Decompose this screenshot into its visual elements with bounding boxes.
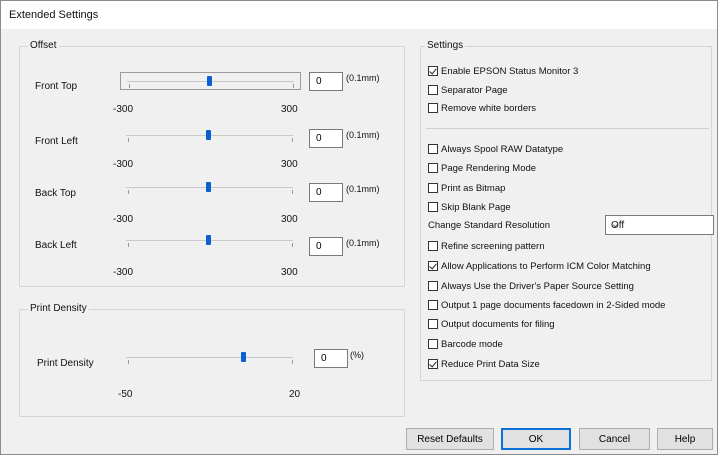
back-top-slider-thumb[interactable] — [206, 182, 211, 192]
title-bar[interactable]: Extended Settings — [1, 1, 717, 29]
back-top-min: -300 — [113, 214, 134, 225]
front-top-slider[interactable] — [120, 72, 301, 90]
back-left-slider-thumb[interactable] — [206, 235, 211, 245]
checkbox-box[interactable] — [428, 202, 438, 212]
checkbox-box[interactable] — [428, 85, 438, 95]
checkbox-remove-white-borders[interactable]: Remove white borders — [428, 101, 536, 115]
checkbox-box[interactable] — [428, 281, 438, 291]
back-left-min: -300 — [113, 267, 134, 278]
print-density-slider[interactable] — [120, 349, 301, 367]
front-top-unit: (0.1mm) — [346, 73, 380, 83]
help-button[interactable]: Help — [657, 428, 713, 450]
front-left-label: Front Left — [35, 136, 78, 147]
front-left-slider[interactable] — [120, 127, 301, 145]
back-top-unit: (0.1mm) — [346, 184, 380, 194]
front-left-max: 300 — [281, 159, 298, 170]
checkbox-box[interactable] — [428, 339, 438, 349]
back-top-slider[interactable] — [120, 179, 301, 197]
checkbox-box[interactable] — [428, 241, 438, 251]
checkbox-output-filing[interactable]: Output documents for filing — [428, 317, 555, 331]
cancel-button[interactable]: Cancel — [579, 428, 650, 450]
window-title: Extended Settings — [9, 9, 99, 21]
back-top-label: Back Top — [35, 188, 76, 199]
back-left-unit: (0.1mm) — [346, 238, 380, 248]
checkbox-box[interactable] — [428, 183, 438, 193]
checkbox-always-spool-raw[interactable]: Always Spool RAW Datatype — [428, 142, 563, 156]
checkbox-box[interactable] — [428, 144, 438, 154]
checkbox-page-rendering-mode[interactable]: Page Rendering Mode — [428, 161, 536, 175]
checkbox-box[interactable] — [428, 300, 438, 310]
back-left-field[interactable] — [309, 237, 343, 256]
print-density-field[interactable] — [314, 349, 348, 368]
checkbox-refine-screening[interactable]: Refine screening pattern — [428, 239, 545, 253]
checkbox-print-as-bitmap[interactable]: Print as Bitmap — [428, 181, 505, 195]
front-top-slider-thumb[interactable] — [207, 76, 212, 86]
back-top-max: 300 — [281, 214, 298, 225]
print-density-legend: Print Density — [28, 303, 89, 314]
reset-defaults-button[interactable]: Reset Defaults — [406, 428, 494, 450]
extended-settings-dialog: Extended Settings Offset Front Top (0.1m… — [0, 0, 718, 455]
chevron-down-icon: ⌄ — [611, 219, 620, 230]
front-top-label: Front Top — [35, 81, 78, 92]
settings-separator — [426, 128, 709, 129]
front-left-field[interactable] — [309, 129, 343, 148]
print-density-slider-thumb[interactable] — [241, 352, 246, 362]
checkbox-barcode-mode[interactable]: Barcode mode — [428, 337, 503, 351]
front-left-min: -300 — [113, 159, 134, 170]
back-top-field[interactable] — [309, 183, 343, 202]
checkbox-separator-page[interactable]: Separator Page — [428, 83, 508, 97]
print-density-unit: (%) — [350, 350, 364, 360]
resolution-select[interactable]: Off ⌄ — [605, 215, 714, 235]
settings-legend: Settings — [425, 40, 466, 51]
checkbox-box[interactable] — [428, 261, 438, 271]
checkbox-box[interactable] — [428, 66, 438, 76]
print-density-min: -50 — [118, 389, 133, 400]
front-top-min: -300 — [113, 104, 134, 115]
front-top-max: 300 — [281, 104, 298, 115]
back-left-slider[interactable] — [120, 232, 301, 250]
checkbox-box[interactable] — [428, 163, 438, 173]
print-density-max: 20 — [289, 389, 301, 400]
checkbox-box[interactable] — [428, 319, 438, 329]
front-left-unit: (0.1mm) — [346, 130, 380, 140]
front-left-slider-thumb[interactable] — [206, 130, 211, 140]
front-top-field[interactable] — [309, 72, 343, 91]
checkbox-driver-paper-source[interactable]: Always Use the Driver's Paper Source Set… — [428, 279, 634, 293]
checkbox-box[interactable] — [428, 359, 438, 369]
checkbox-enable-status-monitor[interactable]: Enable EPSON Status Monitor 3 — [428, 64, 578, 78]
checkbox-icm-color-matching[interactable]: Allow Applications to Perform ICM Color … — [428, 259, 651, 273]
checkbox-skip-blank-page[interactable]: Skip Blank Page — [428, 200, 511, 214]
checkbox-reduce-print-data[interactable]: Reduce Print Data Size — [428, 357, 540, 371]
back-left-max: 300 — [281, 267, 298, 278]
resolution-label: Change Standard Resolution — [428, 220, 551, 231]
ok-button[interactable]: OK — [501, 428, 571, 450]
offset-legend: Offset — [28, 40, 59, 51]
checkbox-box[interactable] — [428, 103, 438, 113]
back-left-label: Back Left — [35, 240, 77, 251]
checkbox-output-facedown[interactable]: Output 1 page documents facedown in 2-Si… — [428, 298, 665, 312]
print-density-label: Print Density — [37, 358, 94, 369]
